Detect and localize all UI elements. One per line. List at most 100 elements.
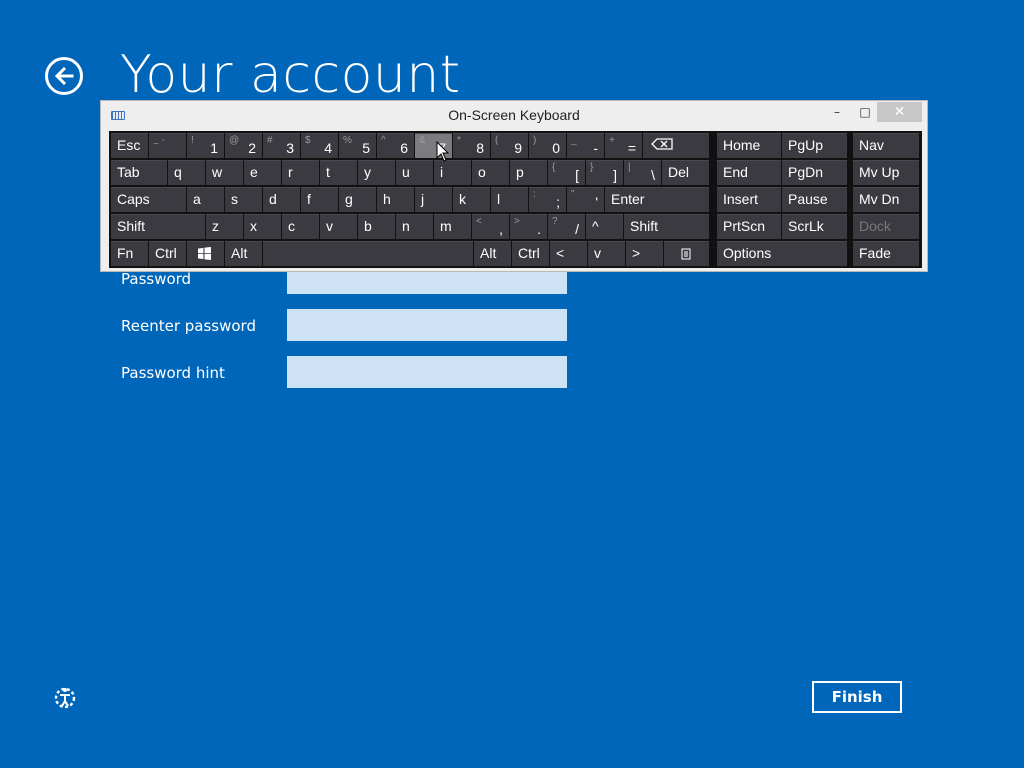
key-k[interactable]: k [453,187,490,212]
key-scrlk[interactable]: ScrLk [782,214,847,239]
key-slash[interactable]: ? / [548,214,585,239]
finish-button[interactable]: Finish [812,681,902,713]
key-shift-left[interactable]: Shift [111,214,205,239]
close-button[interactable]: ✕ [877,102,922,122]
key-s[interactable]: s [225,187,262,212]
key-prtscn[interactable]: PrtScn [717,214,781,239]
reenter-password-label: Reenter password [121,317,256,335]
reenter-password-field[interactable] [287,309,567,341]
key-n[interactable]: n [396,214,433,239]
key-t[interactable]: t [320,160,357,185]
key-h[interactable]: h [377,187,414,212]
key-q[interactable]: q [168,160,205,185]
password-hint-label: Password hint [121,364,225,382]
key-pgup[interactable]: PgUp [782,133,847,158]
key-1[interactable]: ! 1 [187,133,224,158]
key-up[interactable]: ^ [586,214,623,239]
key-windows[interactable] [187,241,224,266]
key-backspace[interactable] [643,133,709,158]
key-a[interactable]: a [187,187,224,212]
key-fn[interactable]: Fn [111,241,148,266]
key-r[interactable]: r [282,160,319,185]
key-ctrl-right[interactable]: Ctrl [512,241,549,266]
key-alt-left[interactable]: Alt [225,241,262,266]
key-mv-up[interactable]: Mv Up [853,160,919,185]
key-7[interactable]: & 7 [415,133,452,158]
osk-keyboard: Esc ~ ` ! 1 @2 #3 $4 % 5 ^ 6 & 7 * 8 (9 ) 0 _ -… [109,131,922,268]
backspace-icon [651,138,673,150]
key-del[interactable]: Del [662,160,709,185]
back-button[interactable] [45,57,83,95]
key-home[interactable]: Home [717,133,781,158]
key-menu[interactable] [664,241,709,266]
key-nav[interactable]: Nav [853,133,919,158]
key-e[interactable]: e [244,160,281,185]
key-8[interactable]: * 8 [453,133,490,158]
key-d[interactable]: d [263,187,300,212]
key-l[interactable]: l [491,187,528,212]
key-5[interactable]: % 5 [339,133,376,158]
password-label: Password [121,270,192,288]
key-period[interactable]: >. [510,214,547,239]
key-9[interactable]: (9 [491,133,528,158]
key-caps[interactable]: Caps [111,187,186,212]
key-enter[interactable]: Enter [605,187,709,212]
key-0[interactable]: ) 0 [529,133,566,158]
key-esc[interactable]: Esc [111,133,148,158]
key-comma[interactable]: <, [472,214,509,239]
osk-title: On-Screen Keyboard [448,107,580,123]
key-backslash[interactable]: | \ [624,160,661,185]
key-semicolon[interactable]: :; [529,187,566,212]
key-p[interactable]: p [510,160,547,185]
key-6[interactable]: ^ 6 [377,133,414,158]
key-ctrl-left[interactable]: Ctrl [149,241,186,266]
key-options[interactable]: Options [717,241,847,266]
key-x[interactable]: x [244,214,281,239]
key-mv-dn[interactable]: Mv Dn [853,187,919,212]
key-w[interactable]: w [206,160,243,185]
key-g[interactable]: g [339,187,376,212]
key-pause[interactable]: Pause [782,187,847,212]
password-hint-field[interactable] [287,356,567,388]
key-equal[interactable]: + = [605,133,642,158]
key-z[interactable]: z [206,214,243,239]
key-i[interactable]: i [434,160,471,185]
key-2[interactable]: @2 [225,133,262,158]
key-end[interactable]: End [717,160,781,185]
key-4[interactable]: $4 [301,133,338,158]
key-minus[interactable]: _ - [567,133,604,158]
menu-icon [681,248,691,260]
key-insert[interactable]: Insert [717,187,781,212]
key-alt-right[interactable]: Alt [474,241,511,266]
key-3[interactable]: #3 [263,133,300,158]
windows-logo-icon [198,247,211,260]
key-c[interactable]: c [282,214,319,239]
minimize-button[interactable]: – [825,102,849,122]
key-shift-right[interactable]: Shift [624,214,709,239]
key-left-bracket[interactable]: {[ [548,160,585,185]
osk-titlebar[interactable]: On-Screen Keyboard – □ ✕ [101,101,927,131]
key-fade[interactable]: Fade [853,241,919,266]
key-left[interactable]: < [550,241,587,266]
key-y[interactable]: y [358,160,395,185]
key-space[interactable] [263,241,473,266]
key-right-bracket[interactable]: }] [586,160,623,185]
key-pgdn[interactable]: PgDn [782,160,847,185]
key-b[interactable]: b [358,214,395,239]
key-j[interactable]: j [415,187,452,212]
key-m[interactable]: m [434,214,471,239]
key-u[interactable]: u [396,160,433,185]
on-screen-keyboard-window[interactable]: On-Screen Keyboard – □ ✕ Esc ~ ` ! 1 @2 #… [100,100,928,272]
ease-of-access-icon[interactable] [52,684,80,712]
key-tab[interactable]: Tab [111,160,167,185]
key-tilde[interactable]: ~ ` [149,133,186,158]
key-v[interactable]: v [320,214,357,239]
key-dock[interactable]: Dock [853,214,919,239]
key-o[interactable]: o [472,160,509,185]
key-quote[interactable]: " ' [567,187,604,212]
key-f[interactable]: f [301,187,338,212]
back-arrow-icon [54,66,74,86]
maximize-button[interactable]: □ [853,102,877,122]
key-right[interactable]: > [626,241,663,266]
key-down[interactable]: v [588,241,625,266]
